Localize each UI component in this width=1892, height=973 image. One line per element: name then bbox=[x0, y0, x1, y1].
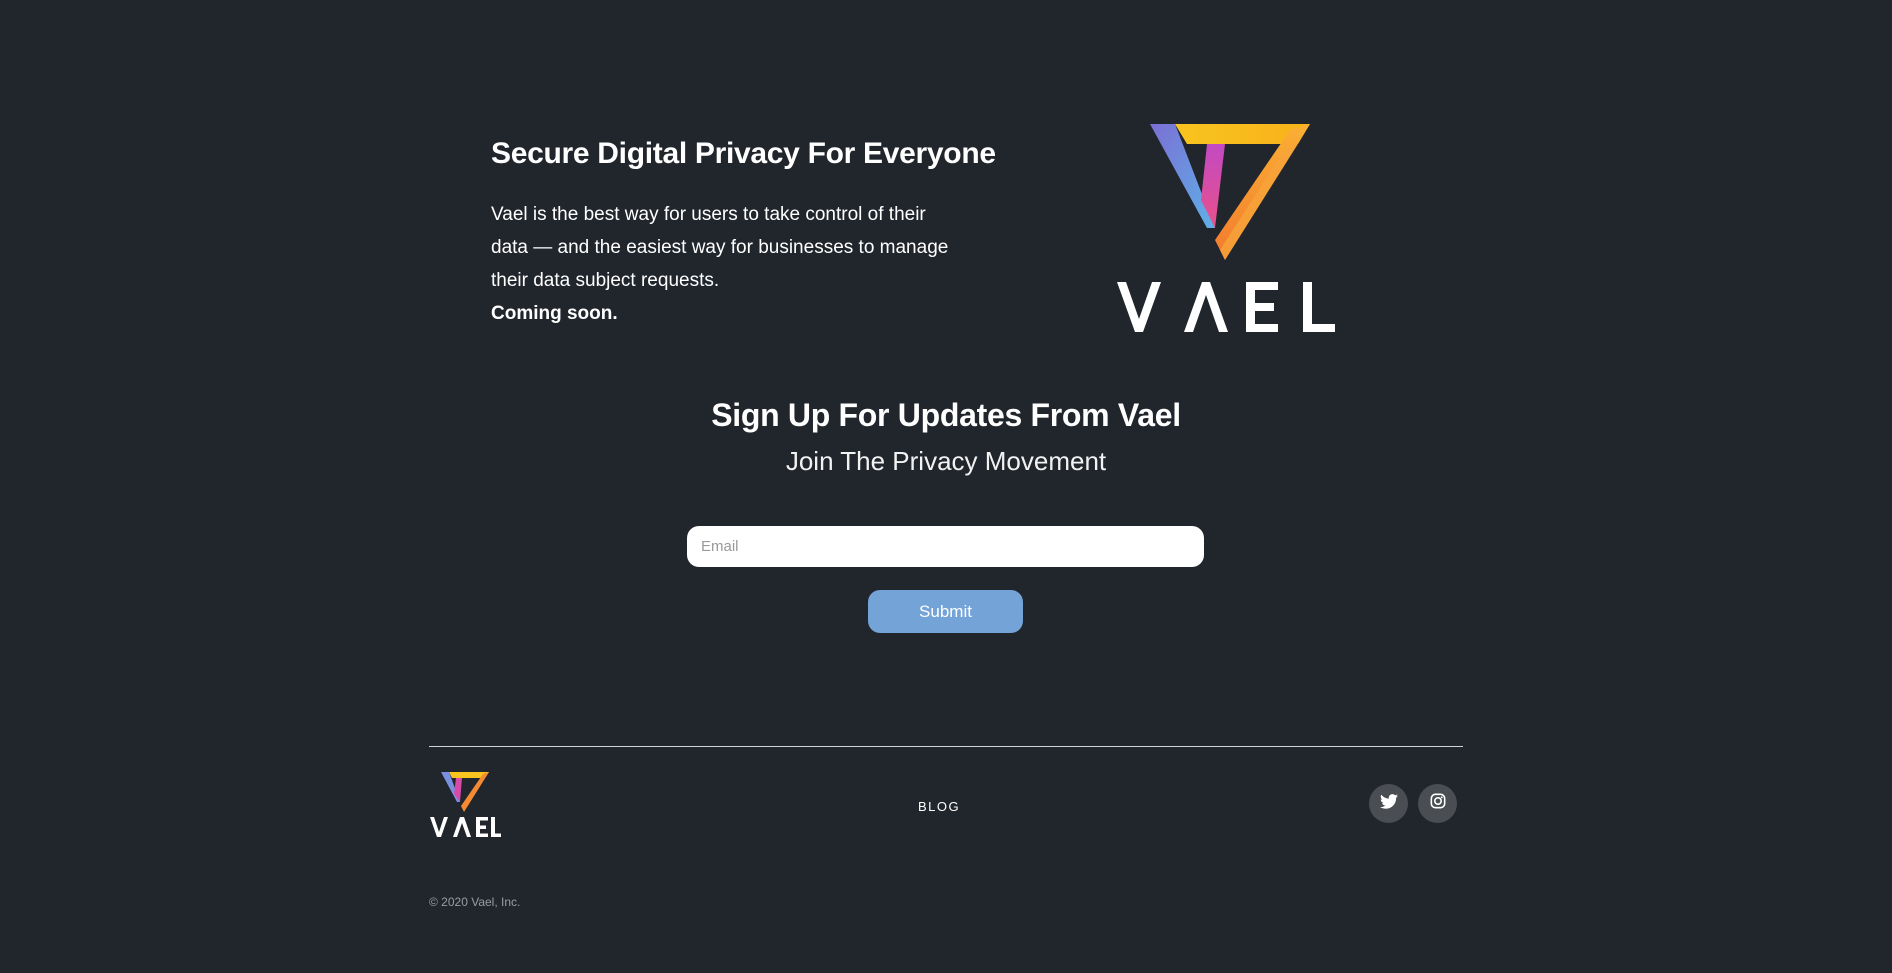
hero-description: Vael is the best way for users to take c… bbox=[491, 204, 949, 291]
hero-title: Secure Digital Privacy For Everyone bbox=[491, 137, 996, 170]
hero-section: Secure Digital Privacy For Everyone Vael… bbox=[491, 134, 1011, 330]
instagram-icon bbox=[1430, 793, 1446, 814]
footer-logo[interactable] bbox=[429, 772, 501, 838]
vael-wordmark bbox=[1115, 277, 1345, 337]
twitter-icon bbox=[1379, 793, 1398, 814]
copyright-text: © 2020 Vael, Inc. bbox=[429, 895, 521, 909]
footer-link-blog[interactable]: BLOG bbox=[918, 799, 960, 814]
landing-page: Secure Digital Privacy For Everyone Vael… bbox=[0, 0, 1892, 973]
email-input[interactable] bbox=[687, 526, 1204, 567]
footer-divider bbox=[429, 746, 1463, 747]
signup-subtitle: Join The Privacy Movement bbox=[785, 446, 1107, 476]
signup-section: Sign Up For Updates From Vael Join The P… bbox=[0, 391, 1892, 483]
instagram-button[interactable] bbox=[1418, 784, 1457, 823]
submit-button[interactable]: Submit bbox=[868, 590, 1023, 633]
twitter-button[interactable] bbox=[1369, 784, 1408, 823]
signup-title: Sign Up For Updates From Vael bbox=[711, 397, 1181, 433]
coming-soon-text: Coming soon. bbox=[491, 303, 618, 324]
